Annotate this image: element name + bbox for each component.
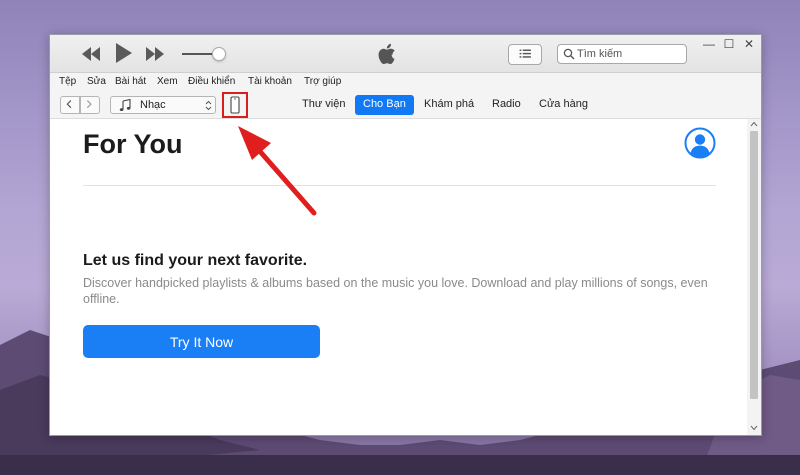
menu-edit[interactable]: Sửa bbox=[87, 76, 106, 87]
navigation-bar: Nhạc Thư viện Cho Bạn Khám phá Radio Cửa… bbox=[50, 91, 761, 119]
tab-store[interactable]: Cửa hàng bbox=[539, 98, 588, 110]
tab-radio[interactable]: Radio bbox=[492, 98, 521, 110]
menu-file[interactable]: Tệp bbox=[59, 76, 76, 87]
menu-account[interactable]: Tài khoản bbox=[248, 76, 292, 87]
tab-library[interactable]: Thư viện bbox=[302, 98, 345, 110]
back-button[interactable] bbox=[60, 96, 80, 114]
chevron-left-icon bbox=[66, 100, 72, 109]
forward-button[interactable] bbox=[80, 96, 100, 114]
promo-description: Discover handpicked playlists & albums b… bbox=[83, 276, 708, 306]
play-icon[interactable] bbox=[112, 41, 134, 65]
account-icon[interactable] bbox=[684, 127, 716, 159]
media-type-label: Nhạc bbox=[140, 99, 166, 111]
title-bar: — ☐ ✕ bbox=[50, 35, 761, 73]
list-view-button[interactable] bbox=[508, 44, 542, 65]
maximize-button[interactable]: ☐ bbox=[721, 37, 737, 51]
scroll-up-icon[interactable] bbox=[750, 120, 758, 128]
device-highlight-box bbox=[222, 92, 248, 118]
minimize-button[interactable]: — bbox=[701, 37, 717, 51]
list-icon bbox=[519, 49, 531, 58]
music-note-icon bbox=[119, 99, 131, 111]
scrollbar-thumb[interactable] bbox=[750, 131, 758, 399]
chevron-right-icon bbox=[86, 100, 92, 109]
title-divider bbox=[83, 185, 716, 186]
promo-heading: Let us find your next favorite. bbox=[83, 252, 308, 269]
menu-controls[interactable]: Điều khiển bbox=[188, 76, 235, 87]
chevron-updown-icon bbox=[205, 100, 212, 111]
menu-help[interactable]: Trợ giúp bbox=[304, 76, 341, 87]
media-type-select[interactable]: Nhạc bbox=[110, 96, 216, 114]
next-track-icon[interactable] bbox=[144, 44, 166, 64]
volume-slider-knob[interactable] bbox=[212, 47, 226, 61]
try-it-now-button[interactable]: Try It Now bbox=[83, 325, 320, 358]
search-icon bbox=[563, 48, 575, 60]
apple-logo-icon bbox=[378, 43, 395, 65]
previous-track-icon[interactable] bbox=[80, 44, 102, 64]
main-content: For You Let us find your next favorite. … bbox=[50, 119, 747, 435]
scroll-down-icon[interactable] bbox=[750, 424, 758, 432]
vertical-scrollbar[interactable] bbox=[747, 119, 761, 435]
menu-view[interactable]: Xem bbox=[157, 76, 178, 87]
menu-bar: Tệp Sửa Bài hát Xem Điều khiển Tài khoản… bbox=[50, 73, 761, 91]
itunes-window: — ☐ ✕ Tệp Sửa Bài hát Xem Điều khiển Tài… bbox=[49, 34, 762, 436]
tab-browse[interactable]: Khám phá bbox=[424, 98, 474, 110]
search-input[interactable] bbox=[577, 46, 683, 62]
close-button[interactable]: ✕ bbox=[741, 37, 757, 51]
page-title: For You bbox=[83, 129, 183, 159]
tab-for-you[interactable]: Cho Bạn bbox=[355, 95, 414, 115]
search-box[interactable] bbox=[557, 44, 687, 64]
menu-song[interactable]: Bài hát bbox=[115, 76, 146, 87]
